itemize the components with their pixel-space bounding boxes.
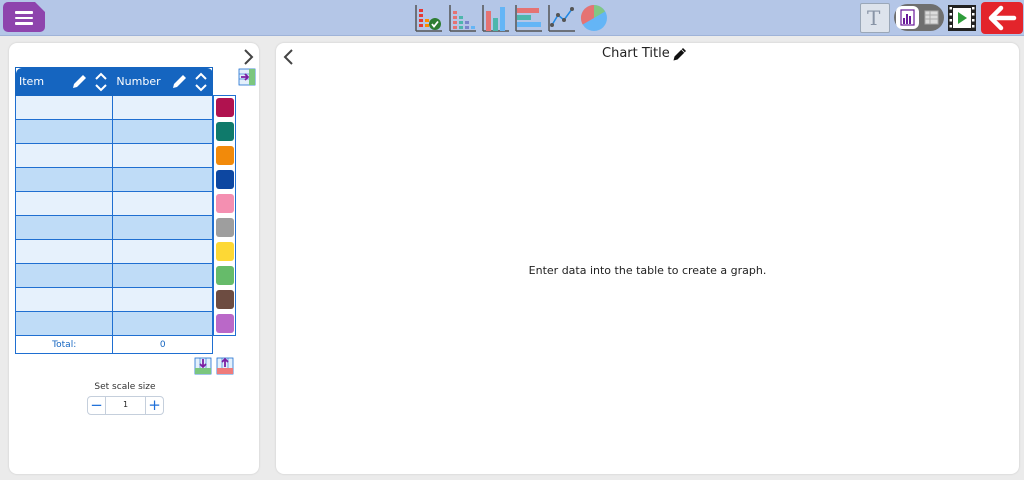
- header-item-tools[interactable]: [69, 72, 109, 92]
- remove-row-icon[interactable]: [216, 357, 234, 375]
- chart-check-icon[interactable]: [413, 3, 443, 33]
- color-swatch[interactable]: [216, 314, 234, 333]
- film-play-icon: [948, 5, 976, 31]
- color-swatch[interactable]: [216, 146, 234, 165]
- chart-panel: Chart Title Enter data into the table to…: [276, 43, 1019, 474]
- table-row: [14, 119, 213, 144]
- item-cell[interactable]: [14, 239, 114, 264]
- scale-stepper: − 1 +: [87, 396, 164, 415]
- table-row: [14, 311, 213, 336]
- total-row: Total: 0: [14, 335, 213, 354]
- table-row: [14, 143, 213, 168]
- bar-chart-icon[interactable]: [480, 3, 510, 33]
- number-cell[interactable]: [112, 95, 213, 120]
- table-row: [14, 167, 213, 192]
- color-swatch[interactable]: [216, 290, 234, 309]
- scale-value[interactable]: 1: [107, 400, 144, 409]
- film-play-button[interactable]: [947, 3, 977, 33]
- header-number-label: Number: [116, 75, 161, 88]
- table-row: [14, 95, 213, 120]
- table-row: [14, 215, 213, 240]
- chevron-down-icon: [95, 84, 108, 92]
- top-toolbar: T: [0, 0, 1024, 36]
- color-swatch[interactable]: [216, 218, 234, 237]
- chevron-right-icon[interactable]: [241, 47, 255, 67]
- chart-view-icon: [900, 9, 915, 26]
- number-cell[interactable]: [112, 239, 213, 264]
- menu-corner-fold: [35, 2, 45, 12]
- text-icon: T: [867, 6, 881, 30]
- scale-label: Set scale size: [94, 382, 156, 392]
- number-cell[interactable]: [112, 263, 213, 288]
- menu-button[interactable]: [3, 2, 45, 32]
- menu-icon: [15, 11, 33, 25]
- add-column-icon[interactable]: [238, 68, 256, 86]
- number-cell[interactable]: [112, 119, 213, 144]
- item-cell[interactable]: [14, 311, 114, 336]
- color-swatch[interactable]: [216, 122, 234, 141]
- data-table: Item Number Total: 0: [14, 67, 213, 354]
- color-swatch[interactable]: [216, 170, 234, 189]
- line-graph-icon[interactable]: [546, 3, 576, 33]
- scale-increment-button[interactable]: +: [145, 397, 163, 414]
- number-cell[interactable]: [112, 287, 213, 312]
- chevron-up-icon: [195, 72, 207, 80]
- chevron-left-icon[interactable]: [282, 47, 296, 67]
- item-cell[interactable]: [14, 119, 114, 144]
- number-cell[interactable]: [112, 191, 213, 216]
- pencil-icon: [173, 75, 186, 88]
- number-cell[interactable]: [112, 143, 213, 168]
- scale-decrement-button[interactable]: −: [88, 397, 106, 414]
- pencil-icon[interactable]: [672, 46, 688, 62]
- table-row: [14, 287, 213, 312]
- table-row: [14, 239, 213, 264]
- pencil-icon: [73, 75, 87, 88]
- item-cell[interactable]: [14, 191, 114, 216]
- pie-chart-icon[interactable]: [579, 3, 609, 33]
- table-row: [14, 191, 213, 216]
- dot-plot-icon[interactable]: [447, 3, 477, 33]
- item-cell[interactable]: [14, 143, 114, 168]
- item-cell[interactable]: [14, 167, 114, 192]
- back-button[interactable]: [981, 2, 1023, 34]
- empty-chart-message: Enter data into the table to create a gr…: [528, 264, 767, 277]
- chevron-up-icon: [95, 72, 108, 80]
- data-panel: Item Number Total: 0 Set scale size − 1 …: [9, 43, 259, 474]
- table-view-icon: [924, 10, 939, 25]
- item-cell[interactable]: [14, 263, 114, 288]
- horizontal-bar-icon[interactable]: [513, 3, 543, 33]
- item-cell[interactable]: [14, 215, 114, 240]
- header-item: Item: [14, 67, 114, 96]
- item-cell[interactable]: [14, 287, 114, 312]
- color-swatch-column: [213, 95, 236, 336]
- color-swatch[interactable]: [216, 242, 234, 261]
- header-number-tools[interactable]: [169, 72, 209, 92]
- total-value: 0: [112, 335, 213, 354]
- table-row: [14, 263, 213, 288]
- view-toggle[interactable]: [894, 4, 944, 31]
- text-tool-button[interactable]: T: [860, 3, 890, 33]
- color-swatch[interactable]: [216, 266, 234, 285]
- color-swatch[interactable]: [216, 194, 234, 213]
- number-cell[interactable]: [112, 167, 213, 192]
- chevron-down-icon: [195, 84, 207, 92]
- chart-title[interactable]: Chart Title: [602, 46, 670, 61]
- number-cell[interactable]: [112, 311, 213, 336]
- number-cell[interactable]: [112, 215, 213, 240]
- item-cell[interactable]: [14, 95, 114, 120]
- back-arrow-icon: [988, 5, 1017, 31]
- color-swatch[interactable]: [216, 98, 234, 117]
- total-label: Total:: [14, 335, 114, 354]
- header-item-label: Item: [19, 75, 45, 88]
- header-number: Number: [112, 67, 213, 96]
- view-toggle-knob: [896, 6, 919, 29]
- add-row-icon[interactable]: [194, 357, 212, 375]
